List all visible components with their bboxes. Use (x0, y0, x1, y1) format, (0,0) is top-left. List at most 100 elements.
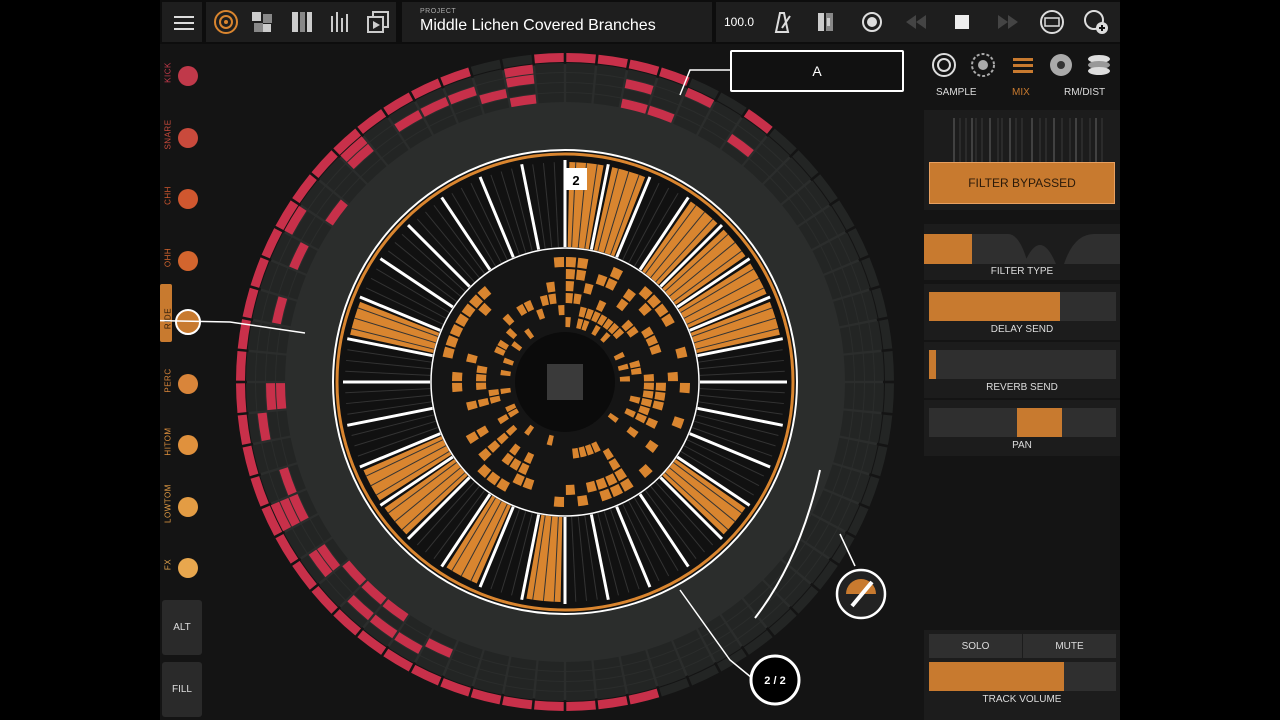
kick-step (266, 383, 277, 411)
delay-send-label: DELAY SEND (990, 324, 1054, 335)
delay-send-fill (929, 292, 1060, 321)
pan-panel: PAN (924, 400, 1120, 456)
kick-step (535, 73, 564, 84)
tab-mix[interactable]: MIX (1012, 87, 1030, 98)
filter-type-lowpass (924, 234, 972, 264)
inner-step (476, 382, 487, 391)
reverb-send-panel: REVERB SEND (924, 342, 1120, 398)
kick-step (534, 53, 564, 64)
kick-step (236, 383, 247, 413)
kick-step (873, 383, 884, 412)
playhead-step: 2 (572, 173, 579, 188)
inner-step (667, 371, 678, 382)
kick-step (883, 351, 894, 381)
kick-step (863, 352, 874, 381)
kick-step (536, 83, 564, 94)
kick-step (566, 680, 595, 691)
kick-step (566, 63, 595, 74)
inner-step (565, 281, 575, 292)
kick-step (566, 93, 593, 104)
solo-button[interactable]: SOLO (929, 634, 1022, 658)
filter-type-notch (1064, 234, 1120, 264)
inner-step (643, 382, 654, 391)
filter-type-highpass (972, 234, 1028, 264)
inner-step (565, 293, 574, 304)
envelope-icon[interactable] (970, 52, 996, 78)
kick-step (246, 383, 257, 412)
filter-visualizer (953, 118, 1103, 162)
kick-step (276, 383, 287, 410)
kick-step (873, 352, 884, 381)
ringmod-icon[interactable] (1048, 52, 1074, 78)
reverb-send-fill (929, 350, 937, 379)
kick-step (853, 353, 864, 381)
pan-slider[interactable] (929, 408, 1116, 437)
kick-step (843, 354, 854, 381)
inner-step (452, 382, 463, 393)
inner-step (577, 257, 589, 270)
kick-step (536, 670, 564, 681)
inner-step (565, 484, 576, 495)
track-volume-label: TRACK VOLUME (982, 694, 1062, 705)
kick-step (537, 660, 564, 671)
track-volume-fill (929, 662, 1064, 691)
pan-label: PAN (1012, 440, 1032, 451)
inner-step (565, 257, 577, 268)
kick-step (266, 353, 277, 381)
kick-step (843, 383, 854, 410)
kick-step (534, 700, 564, 711)
inner-step (619, 376, 630, 382)
kick-step (276, 354, 287, 381)
right-panel: SAMPLE MIX RM/DIST FILTER BYPASSED FILTER … (924, 44, 1120, 720)
distortion-icon[interactable] (1086, 52, 1112, 78)
mix-icon[interactable] (1010, 52, 1036, 78)
filter-type-label: FILTER TYPE (990, 266, 1054, 277)
kick-step (863, 383, 874, 412)
kick-step (883, 383, 894, 413)
kick-step (537, 93, 564, 104)
kick-step (566, 690, 595, 701)
sample-icon[interactable] (931, 52, 957, 78)
inner-step (565, 269, 576, 280)
kick-step (566, 83, 594, 94)
pan-indicator (1016, 408, 1062, 437)
reverb-send-label: REVERB SEND (986, 382, 1058, 393)
pattern-name-box[interactable]: A (730, 50, 904, 92)
inner-step (655, 382, 666, 392)
inner-step (558, 305, 565, 316)
kick-step (246, 352, 257, 381)
kick-step (535, 63, 564, 74)
inner-step (553, 496, 565, 507)
kick-step (566, 660, 593, 671)
filter-type-selector[interactable] (924, 230, 1120, 266)
delay-send-slider[interactable] (929, 292, 1116, 321)
inner-step (553, 257, 565, 268)
kick-step (853, 383, 864, 411)
tab-sample[interactable]: SAMPLE (936, 87, 977, 98)
center-button (547, 364, 583, 400)
kick-step (566, 670, 594, 681)
page-indicator: 2 / 2 (764, 675, 785, 687)
kick-step (566, 700, 596, 711)
filter-bypass-button[interactable]: FILTER BYPASSED (929, 162, 1115, 204)
kick-step (535, 690, 564, 701)
tab-rm-dist[interactable]: RM/DIST (1064, 87, 1105, 98)
inner-step (476, 373, 487, 382)
inner-step (452, 371, 463, 382)
kick-step (256, 352, 267, 381)
inner-step (679, 382, 690, 394)
delay-send-panel: DELAY SEND (924, 284, 1120, 340)
mute-button[interactable]: MUTE (1023, 634, 1116, 658)
kick-step (566, 73, 595, 84)
inner-step (565, 317, 571, 328)
kick-step (256, 383, 267, 412)
kick-step (236, 351, 247, 381)
kick-step (566, 53, 596, 64)
track-volume-slider[interactable] (929, 662, 1116, 691)
filter-type-bandpass (1024, 245, 1056, 264)
kick-step (535, 680, 564, 691)
inner-step (643, 373, 654, 382)
inner-step (577, 494, 589, 507)
reverb-send-slider[interactable] (929, 350, 1116, 379)
filter-type-panel: FILTER TYPE (924, 224, 1120, 280)
